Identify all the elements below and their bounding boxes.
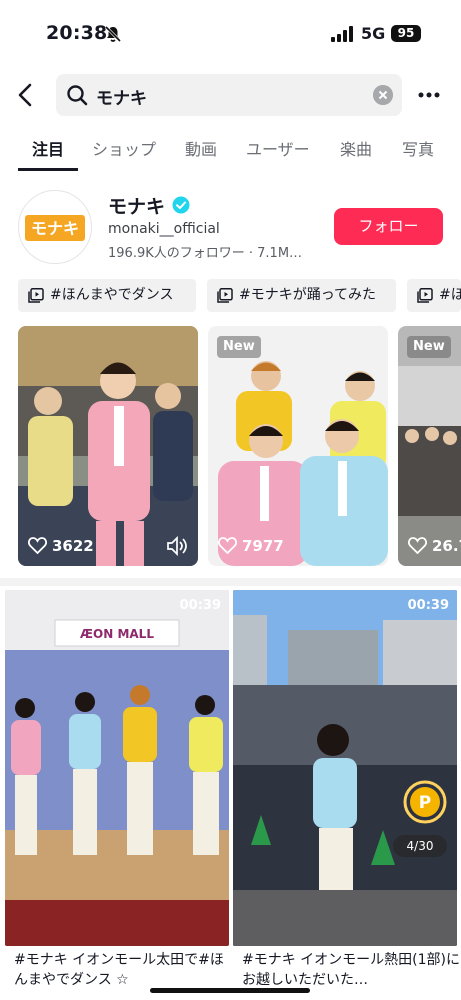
profile-stats: 196.9K人のフォロワー · 7.1M…	[108, 246, 303, 261]
profile-name[interactable]: モナキ	[108, 192, 165, 219]
aeon-mall-sign: ÆON MALL	[80, 627, 154, 641]
verified-badge-icon	[172, 196, 190, 214]
tab-sounds[interactable]: 楽曲	[340, 136, 372, 160]
like-count-value: 26.7	[432, 537, 461, 555]
points-progress-count: 4/30	[393, 835, 447, 857]
tab-videos[interactable]: 動画	[185, 136, 217, 160]
like-count-value: 7977	[242, 537, 284, 555]
speaker-muted-icon[interactable]	[166, 536, 188, 556]
tab-top[interactable]: 注目	[32, 136, 64, 160]
active-tab-indicator	[18, 168, 78, 171]
new-badge: New	[407, 336, 451, 358]
heart-icon	[408, 537, 427, 554]
profile-avatar[interactable]: モナキ	[18, 190, 92, 264]
more-options-icon[interactable]	[416, 84, 442, 106]
back-arrow-icon[interactable]	[14, 82, 38, 108]
hashtag-chip-label: #ほんまやでダンス	[50, 287, 174, 303]
playlist-icon	[417, 288, 433, 303]
bell-muted-icon	[104, 25, 122, 43]
video-thumbnail	[208, 326, 388, 566]
hashtag-chip[interactable]: #ほ	[407, 279, 461, 312]
heart-icon	[28, 537, 47, 554]
profile-handle: monaki__official	[108, 221, 220, 237]
heart-icon	[218, 537, 237, 554]
video-duration: 00:39	[407, 598, 449, 613]
signal-icon	[331, 26, 353, 42]
video-thumbnail	[233, 590, 457, 946]
like-count-value: 3622	[52, 537, 94, 555]
like-count: 26.7	[408, 536, 461, 556]
points-symbol: P	[419, 793, 431, 813]
hashtag-chip-label: #モナキが踊ってみた	[239, 287, 377, 303]
hashtag-chip[interactable]: #ほんまやでダンス	[18, 279, 196, 312]
hashtag-chip-label: #ほ	[439, 287, 461, 303]
monaki-logo: モナキ	[25, 215, 85, 241]
tab-users[interactable]: ユーザー	[246, 136, 310, 160]
status-bar: 20:38 5G 95	[0, 0, 461, 66]
playlist-icon	[28, 288, 44, 303]
search-icon	[67, 85, 88, 106]
video-caption[interactable]: #モナキ イオンモール熱田(1部)にお越しいただいた…	[242, 950, 461, 990]
home-indicator	[150, 988, 310, 993]
clear-search-icon[interactable]	[373, 85, 393, 105]
like-count: 7977	[218, 536, 284, 556]
video-thumbnail: ÆON MALL	[5, 590, 229, 946]
section-divider	[0, 578, 461, 586]
video-thumbnail	[398, 326, 461, 566]
network-label: 5G	[361, 24, 386, 43]
new-badge: New	[217, 336, 261, 358]
tab-photos[interactable]: 写真	[402, 136, 434, 160]
like-count: 3622	[28, 536, 94, 556]
points-coin-icon[interactable]: P	[403, 780, 447, 824]
video-card[interactable]: 3622	[18, 326, 198, 566]
follow-button[interactable]: フォロー	[334, 208, 443, 245]
search-input[interactable]: モナキ	[56, 74, 402, 116]
search-tabs: 注目 ショップ 動画 ユーザー 楽曲 写真	[0, 128, 461, 172]
search-query: モナキ	[96, 89, 147, 109]
grid-video-card[interactable]: 00:39	[233, 590, 457, 946]
logo-text: モナキ	[31, 219, 79, 238]
video-card[interactable]: New 26.7	[398, 326, 461, 566]
battery-indicator: 95	[391, 25, 421, 42]
playlist-icon	[217, 288, 233, 303]
video-caption[interactable]: #モナキ イオンモール太田で#ほんまやでダンス ☆	[14, 950, 234, 990]
tab-shop[interactable]: ショップ	[92, 136, 156, 160]
video-card[interactable]: New 7977	[208, 326, 388, 566]
status-time: 20:38	[46, 22, 108, 44]
video-duration: 00:39	[179, 598, 221, 613]
video-thumbnail	[18, 326, 198, 566]
grid-video-card[interactable]: ÆON MALL 00:39	[5, 590, 229, 946]
hashtag-chip[interactable]: #モナキが踊ってみた	[207, 279, 396, 312]
